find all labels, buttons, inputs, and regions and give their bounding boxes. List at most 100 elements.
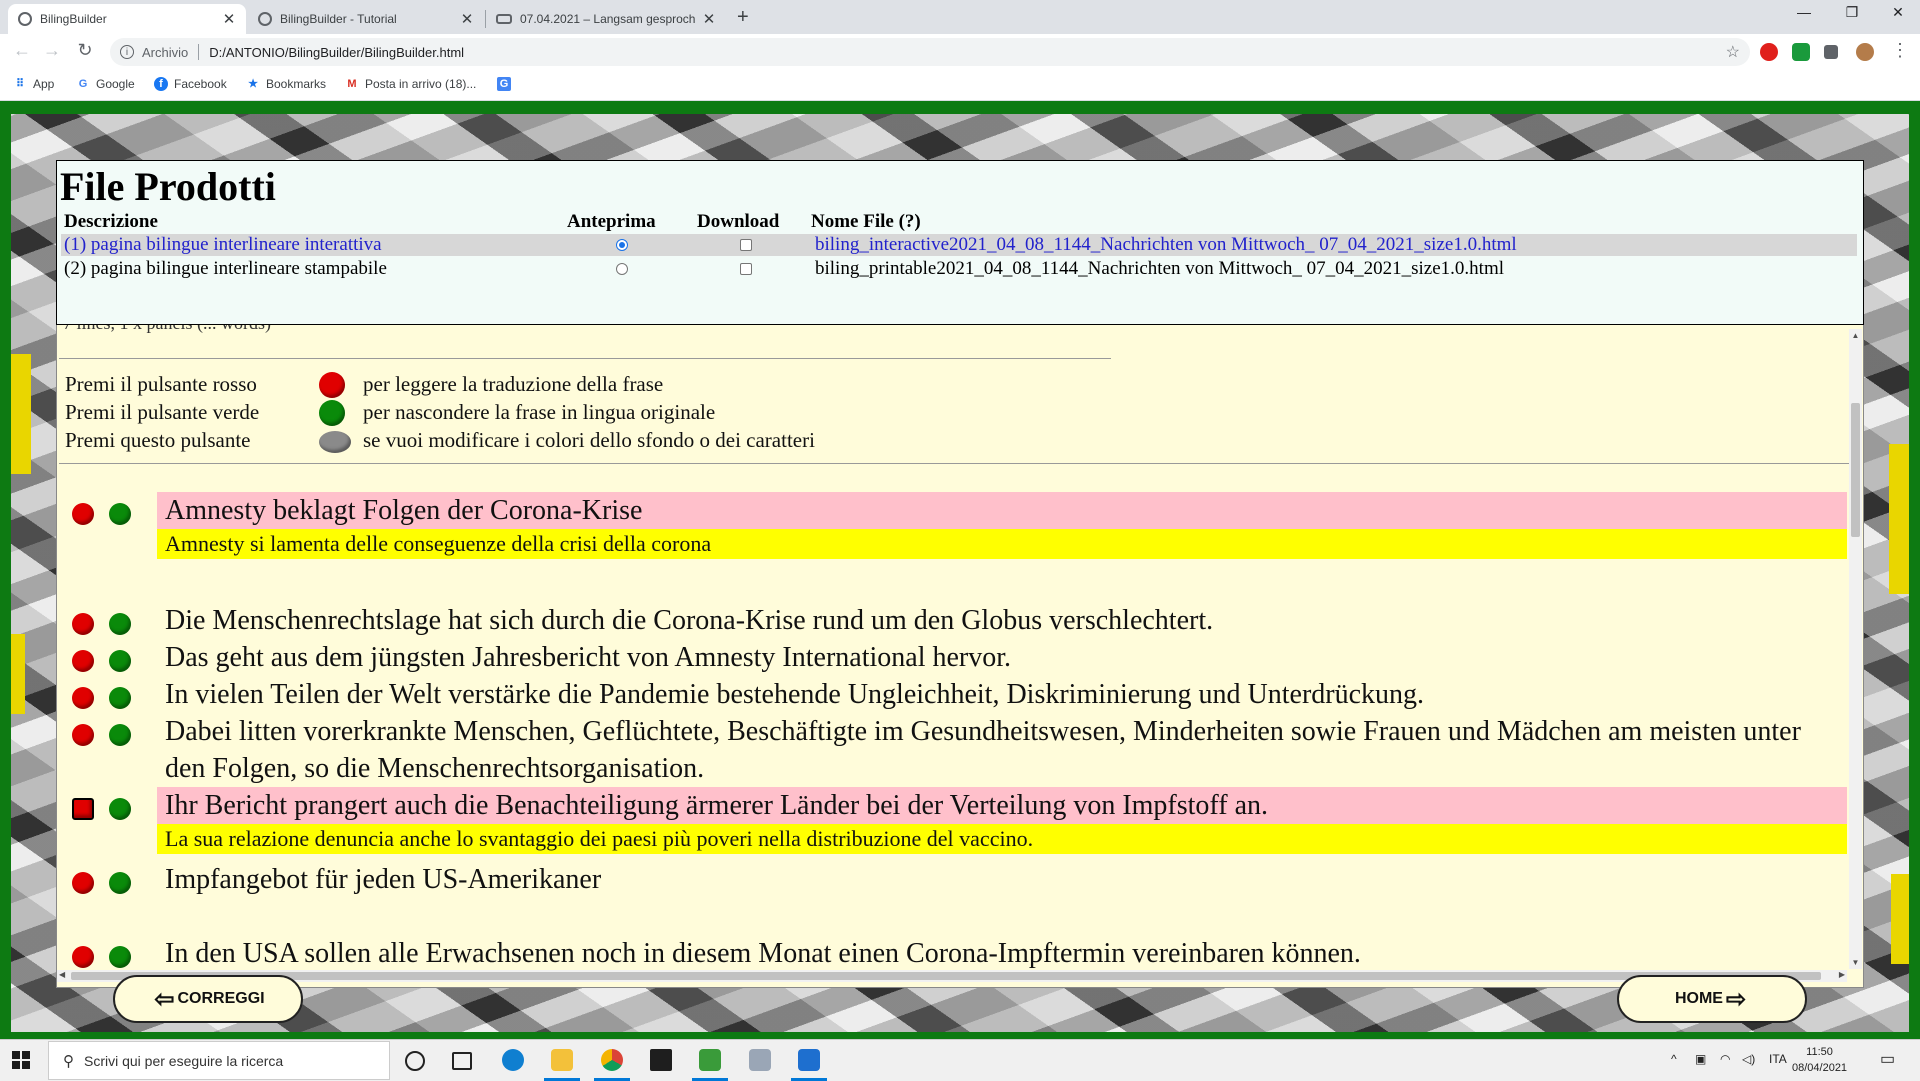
notifications-icon[interactable]: ▭ bbox=[1880, 1049, 1895, 1069]
clock-date: 08/04/2021 bbox=[1792, 1062, 1848, 1074]
bookmark-label: Facebook bbox=[174, 77, 227, 91]
bookmark-star-icon[interactable]: ☆ bbox=[1726, 42, 1740, 62]
windows-start-icon[interactable] bbox=[12, 1051, 31, 1070]
taskbar-search[interactable]: ⚲ Scrivi qui per eseguire la ricerca bbox=[48, 1041, 390, 1080]
tab-bilingbuilder[interactable]: BilingBuilder ✕ bbox=[8, 4, 246, 34]
avatar[interactable] bbox=[1856, 43, 1874, 61]
file-products-panel: File Prodotti Descrizione Anteprima Down… bbox=[56, 160, 1864, 325]
original-sentence: Dabei litten vorerkrankte Menschen, Gefl… bbox=[165, 716, 1801, 784]
translation-sentence: La sua relazione denuncia anche lo svant… bbox=[157, 824, 1847, 854]
reload-icon[interactable]: ↻ bbox=[73, 40, 97, 61]
scroll-up-icon[interactable]: ▲ bbox=[1849, 331, 1862, 340]
bookmark-label: App bbox=[33, 77, 55, 91]
bookmark-label: Google bbox=[96, 77, 135, 91]
hide-original-button[interactable] bbox=[109, 613, 131, 635]
vertical-scrollbar[interactable]: ▲ ▼ bbox=[1849, 329, 1862, 969]
gmail-icon: M bbox=[347, 78, 357, 90]
color-settings-button[interactable] bbox=[319, 431, 351, 453]
file-row[interactable]: (1) pagina bilingue interlineare interat… bbox=[61, 234, 1857, 256]
bookmark-apps[interactable]: ⠿ App bbox=[13, 77, 54, 91]
forward-icon[interactable]: → bbox=[40, 40, 64, 61]
cortana-icon[interactable] bbox=[405, 1051, 425, 1071]
hide-original-button[interactable] bbox=[109, 872, 131, 894]
opera-extension-icon[interactable] bbox=[1760, 43, 1778, 61]
more-menu-icon[interactable]: ⋮ bbox=[1888, 40, 1912, 61]
tab-tutorial[interactable]: BilingBuilder - Tutorial ✕ bbox=[248, 4, 484, 34]
bookmark-bookmarks[interactable]: ★ Bookmarks bbox=[246, 77, 326, 91]
file-explorer-icon[interactable] bbox=[551, 1049, 573, 1071]
address-bar[interactable]: i Archivio D:/ANTONIO/BilingBuilder/Bili… bbox=[110, 38, 1750, 66]
new-tab-button[interactable]: + bbox=[737, 6, 749, 29]
photos-icon[interactable] bbox=[798, 1049, 820, 1071]
bookmark-translate[interactable]: G bbox=[497, 77, 517, 91]
home-label: HOME bbox=[1674, 990, 1723, 1007]
show-translation-button[interactable] bbox=[72, 724, 94, 746]
green-button-icon bbox=[319, 400, 345, 426]
scroll-right-icon[interactable]: ▶ bbox=[1839, 970, 1845, 979]
file-name-link[interactable]: biling_interactive2021_04_08_1144_Nachri… bbox=[815, 234, 1517, 256]
close-tab-icon[interactable]: ✕ bbox=[460, 10, 474, 28]
bookmark-gmail[interactable]: M Posta in arrivo (18)... bbox=[345, 77, 476, 91]
hide-original-button[interactable] bbox=[109, 687, 131, 709]
meet-now-icon[interactable]: ▣ bbox=[1695, 1052, 1706, 1066]
tab-news[interactable]: 07.04.2021 – Langsam gesproche ✕ bbox=[486, 4, 726, 34]
hide-original-button[interactable] bbox=[109, 724, 131, 746]
legend-label: Premi questo pulsante bbox=[65, 428, 251, 452]
download-checkbox[interactable] bbox=[740, 263, 752, 275]
show-translation-button[interactable] bbox=[72, 650, 94, 672]
close-window-icon[interactable]: ✕ bbox=[1878, 4, 1918, 21]
volume-icon[interactable]: ◁) bbox=[1742, 1052, 1755, 1066]
task-manager-icon[interactable] bbox=[699, 1049, 721, 1071]
show-translation-button[interactable] bbox=[72, 687, 94, 709]
tray-chevron-icon[interactable]: ^ bbox=[1671, 1052, 1677, 1066]
scroll-down-icon[interactable]: ▼ bbox=[1849, 958, 1862, 967]
original-sentence: Ihr Bericht prangert auch die Benachteil… bbox=[157, 787, 1847, 824]
bookmark-facebook[interactable]: f Facebook bbox=[154, 77, 227, 91]
language-indicator[interactable]: ITA bbox=[1769, 1052, 1787, 1066]
info-icon[interactable]: i bbox=[120, 45, 134, 59]
show-translation-button[interactable] bbox=[72, 872, 94, 894]
search-placeholder: Scrivi qui per eseguire la ricerca bbox=[84, 1052, 284, 1069]
restore-icon[interactable]: ❐ bbox=[1832, 4, 1872, 21]
hide-original-button[interactable] bbox=[109, 503, 131, 525]
collage-accent bbox=[11, 634, 25, 714]
clock[interactable]: 11:50 08/04/2021 bbox=[1792, 1044, 1847, 1076]
file-row[interactable]: (2) pagina bilingue interlineare stampab… bbox=[61, 258, 1857, 280]
globe-icon bbox=[258, 12, 272, 26]
shield-extension-icon[interactable] bbox=[1792, 43, 1810, 61]
windows-taskbar: ⚲ Scrivi qui per eseguire la ricerca ^ ▣… bbox=[0, 1039, 1920, 1081]
edge-icon[interactable] bbox=[502, 1049, 524, 1071]
puzzle-extensions-icon[interactable] bbox=[1824, 45, 1838, 59]
back-icon[interactable]: ← bbox=[10, 40, 34, 61]
home-button[interactable]: HOME ⇨ bbox=[1617, 975, 1807, 1023]
legend-label: Premi il pulsante verde bbox=[65, 400, 260, 424]
header-filename[interactable]: Nome File (?) bbox=[811, 211, 921, 233]
link-icon bbox=[496, 14, 512, 24]
chrome-icon[interactable] bbox=[601, 1049, 623, 1071]
address-path: D:/ANTONIO/BilingBuilder/BilingBuilder.h… bbox=[209, 44, 465, 60]
terminal-icon[interactable] bbox=[650, 1049, 672, 1071]
bookmark-google[interactable]: G Google bbox=[76, 77, 135, 91]
network-icon[interactable]: ◠ bbox=[1720, 1052, 1730, 1066]
hide-original-button[interactable] bbox=[109, 798, 131, 820]
task-view-icon[interactable] bbox=[452, 1052, 472, 1070]
paint-icon[interactable] bbox=[749, 1049, 771, 1071]
preview-radio[interactable] bbox=[616, 263, 628, 275]
close-tab-icon[interactable]: ✕ bbox=[702, 10, 716, 28]
minimize-icon[interactable]: — bbox=[1784, 4, 1824, 20]
show-translation-button[interactable] bbox=[72, 613, 94, 635]
hide-original-button[interactable] bbox=[109, 946, 131, 968]
close-tab-icon[interactable]: ✕ bbox=[222, 10, 236, 28]
scroll-thumb[interactable] bbox=[1851, 403, 1860, 537]
scroll-left-icon[interactable]: ◀ bbox=[59, 970, 65, 979]
scroll-thumb[interactable] bbox=[71, 972, 1821, 980]
show-translation-button[interactable] bbox=[72, 946, 94, 968]
hide-original-button[interactable] bbox=[109, 650, 131, 672]
preview-radio[interactable] bbox=[616, 239, 628, 251]
file-name[interactable]: biling_printable2021_04_08_1144_Nachrich… bbox=[815, 258, 1504, 280]
correct-button[interactable]: ⇦ CORREGGI bbox=[113, 975, 303, 1023]
download-checkbox[interactable] bbox=[740, 239, 752, 251]
show-translation-button[interactable] bbox=[72, 798, 94, 820]
show-translation-button[interactable] bbox=[72, 503, 94, 525]
horizontal-scrollbar[interactable]: ◀ ▶ bbox=[57, 970, 1847, 982]
